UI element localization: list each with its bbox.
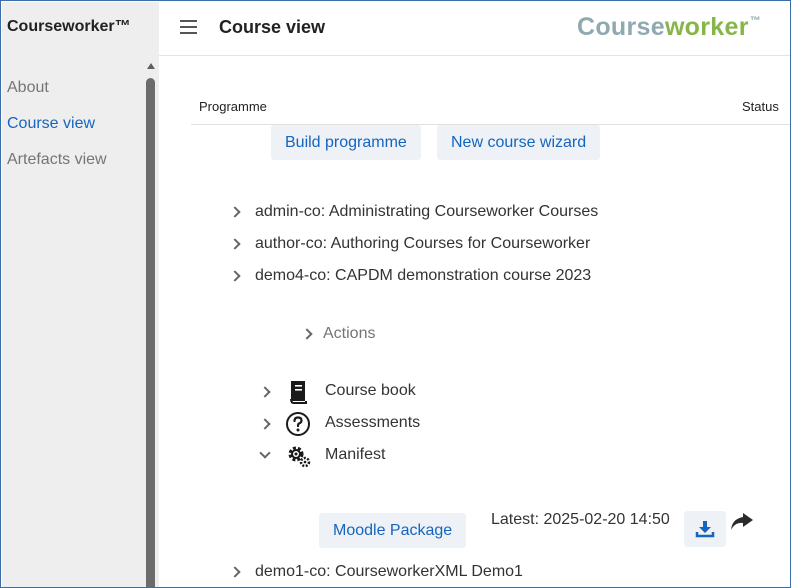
tree-item-label: Manifest (325, 446, 386, 463)
download-button[interactable] (684, 511, 726, 547)
sidebar-brand: Courseworker™ (7, 18, 131, 35)
chevron-right-icon[interactable] (229, 238, 241, 250)
latest-timestamp: Latest: 2025-02-20 14:50 (491, 511, 670, 528)
moodle-package-button[interactable]: Moodle Package (319, 513, 467, 548)
build-programme-button[interactable]: Build programme (271, 125, 421, 160)
sidebar-item-artefacts-view[interactable]: Artefacts view (7, 142, 107, 178)
tree-item-label: Assessments (325, 414, 421, 431)
course-label: demo1-co: CourseworkerXML Demo1 (255, 563, 523, 580)
logo-part-worker: worker (664, 13, 749, 41)
share-icon[interactable] (729, 511, 755, 538)
chevron-right-icon[interactable] (229, 206, 241, 218)
app-header: Course view Courseworker™ (159, 2, 790, 56)
page-title: Course view (219, 17, 326, 37)
table-header: Programme Status (191, 97, 790, 125)
app-window: Courseworker™ About Course view Artefact… (0, 0, 791, 588)
tree-item-manifest[interactable]: Manifest (259, 443, 501, 469)
course-row-author[interactable]: author-co: Authoring Courses for Coursew… (229, 232, 731, 256)
chevron-right-icon[interactable] (301, 328, 313, 340)
column-header-status: Status (742, 99, 779, 114)
main-content: Programme Status Build programme New cou… (159, 57, 790, 587)
actions-toggle[interactable]: Actions (301, 322, 423, 346)
scroll-up-arrow-icon[interactable] (147, 63, 155, 69)
tree-item-label: Course book (325, 382, 416, 399)
chevron-right-icon[interactable] (259, 418, 271, 430)
column-header-programme: Programme (199, 99, 267, 114)
course-row-admin[interactable]: admin-co: Administrating Courseworker Co… (229, 200, 731, 224)
courseworker-logo: Courseworker™ (577, 13, 762, 42)
course-label: demo4-co: CAPDM demonstration course 202… (255, 267, 592, 284)
chevron-right-icon[interactable] (229, 270, 241, 282)
tree-item-course-book[interactable]: Course book (259, 379, 501, 405)
course-label: admin-co: Administrating Courseworker Co… (255, 203, 599, 220)
book-icon (285, 379, 311, 405)
chevron-right-icon[interactable] (229, 566, 241, 578)
course-label: author-co: Authoring Courses for Coursew… (255, 235, 591, 252)
chevron-down-icon[interactable] (259, 447, 271, 459)
sidebar-item-about[interactable]: About (7, 70, 107, 106)
logo-part-course: Course (577, 13, 665, 41)
sidebar: Courseworker™ About Course view Artefact… (2, 2, 159, 587)
actions-label: Actions (323, 325, 376, 342)
sidebar-item-course-view[interactable]: Course view (7, 106, 107, 142)
course-row-demo4[interactable]: demo4-co: CAPDM demonstration course 202… (229, 264, 731, 288)
course-row-demo1[interactable]: demo1-co: CourseworkerXML Demo1 (229, 560, 731, 584)
tree-item-assessments[interactable]: Assessments (259, 411, 501, 437)
scrollbar-thumb[interactable] (146, 78, 155, 587)
chevron-right-icon[interactable] (259, 386, 271, 398)
new-course-wizard-button[interactable]: New course wizard (437, 125, 601, 160)
hamburger-menu-icon[interactable] (180, 20, 198, 34)
gears-icon (285, 443, 311, 469)
question-circle-icon (285, 411, 311, 437)
download-icon (695, 521, 715, 538)
sidebar-scrollbar[interactable] (146, 58, 156, 587)
logo-trademark: ™ (749, 15, 762, 27)
sidebar-nav: About Course view Artefacts view (7, 70, 107, 178)
